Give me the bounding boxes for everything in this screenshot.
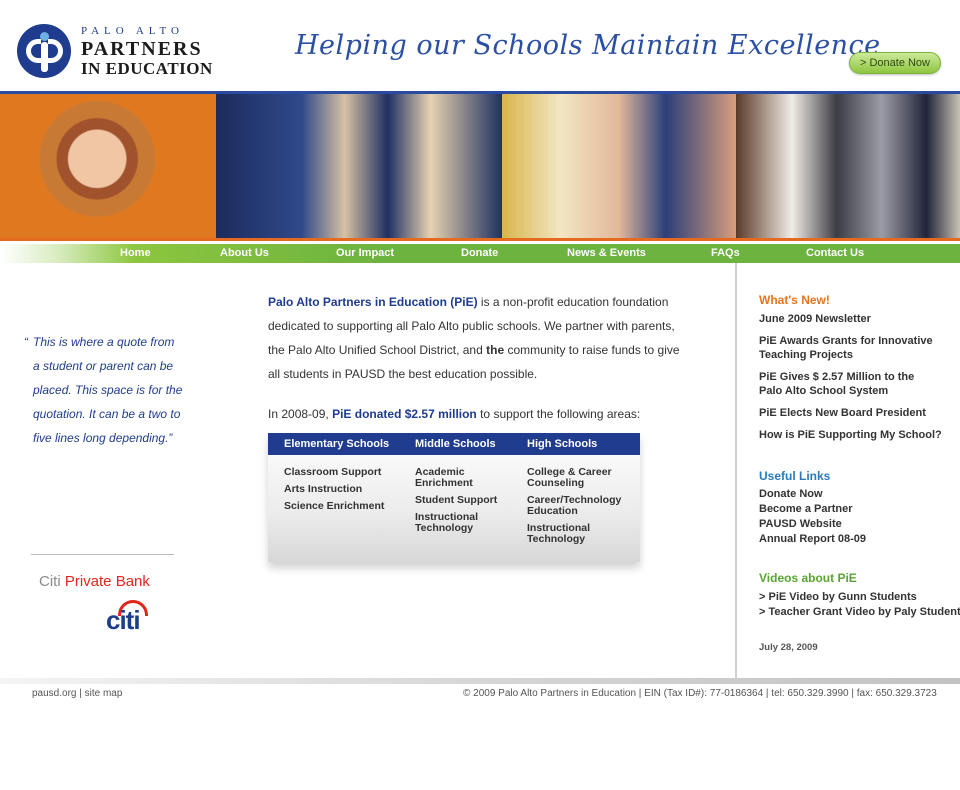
site-logo[interactable]: PALO ALTO PARTNERS IN EDUCATION — [17, 23, 227, 79]
tagline: Helping our Schools Maintain Excellence — [295, 30, 881, 61]
testimonial-quote: “ This is where a quote from a student o… — [24, 330, 184, 450]
site-header: PALO ALTO PARTNERS IN EDUCATION Helping … — [0, 0, 960, 92]
photo-banner — [0, 91, 960, 241]
list-item: Career/Technology Education — [527, 494, 622, 517]
donation-suffix: to support the following areas: — [476, 407, 641, 421]
donation-prefix: In 2008-09, — [268, 407, 333, 421]
left-divider — [31, 554, 174, 555]
list-item: College & Career Counseling — [527, 466, 612, 489]
videos-title: Videos about PiE — [759, 571, 857, 585]
col-title-high: High Schools — [527, 438, 598, 450]
photo-teacher-child — [502, 94, 736, 238]
footer-link-sitemap[interactable]: site map — [85, 688, 123, 699]
link-donate-now[interactable]: Donate Now — [759, 487, 823, 501]
col-title-middle: Middle Schools — [415, 438, 496, 450]
citi-logo[interactable]: citi — [106, 600, 152, 635]
donation-amount: PiE donated $2.57 million — [332, 407, 477, 421]
news-link-gives[interactable]: PiE Gives $ 2.57 Million to the Palo Alt… — [759, 370, 929, 398]
link-annual-report[interactable]: Annual Report 08-09 — [759, 532, 866, 546]
footer-separator: | — [76, 688, 85, 699]
footer-links: pausd.org | site map — [32, 688, 122, 699]
org-name: Palo Alto Partners in Education (PiE) — [268, 295, 478, 309]
logo-wordmark: PALO ALTO PARTNERS IN EDUCATION — [81, 24, 213, 78]
useful-links-title: Useful Links — [759, 469, 831, 483]
whats-new-title: What's New! — [759, 293, 830, 307]
nav-donate[interactable]: Donate — [461, 244, 498, 263]
news-link-grants[interactable]: PiE Awards Grants for Innovative Teachin… — [759, 334, 944, 362]
intro-bold-word: the — [486, 343, 505, 357]
sidebar-date: July 28, 2009 — [759, 642, 818, 653]
sponsor-brand: Citi — [39, 573, 61, 590]
nav-contact-us[interactable]: Contact Us — [806, 244, 864, 263]
link-become-partner[interactable]: Become a Partner — [759, 502, 853, 516]
footer-copyright: © 2009 Palo Alto Partners in Education |… — [463, 688, 937, 699]
nav-about-us[interactable]: About Us — [220, 244, 269, 263]
list-item: Student Support — [415, 494, 498, 506]
intro-paragraph: Palo Alto Partners in Education (PiE) is… — [268, 290, 688, 386]
sponsor-division: Private Bank — [64, 573, 150, 590]
footer-bar — [0, 678, 960, 684]
col-elementary: Classroom Support Arts Instruction Scien… — [284, 467, 396, 518]
quote-mark: “ — [24, 335, 28, 349]
photo-lab-students — [736, 94, 960, 238]
support-areas-table: Elementary Schools Middle Schools High S… — [268, 433, 640, 562]
footer-link-pausd[interactable]: pausd.org — [32, 688, 76, 699]
nav-our-impact[interactable]: Our Impact — [336, 244, 394, 263]
list-item: Science Enrichment — [284, 500, 385, 512]
nav-news-events[interactable]: News & Events — [567, 244, 646, 263]
main-nav: Home About Us Our Impact Donate News & E… — [0, 244, 960, 263]
col-high: College & Career Counseling Career/Techn… — [527, 467, 627, 551]
col-title-elementary: Elementary Schools — [284, 438, 390, 450]
citi-logo-word: citi — [106, 605, 141, 635]
nav-home[interactable]: Home — [120, 244, 151, 263]
quote-text: This is where a quote from a student or … — [33, 335, 183, 445]
news-link-supporting[interactable]: How is PiE Supporting My School? — [759, 428, 942, 442]
photo-band-students — [216, 94, 502, 238]
donation-summary: In 2008-09, PiE donated $2.57 million to… — [268, 402, 640, 426]
link-pausd-website[interactable]: PAUSD Website — [759, 517, 842, 531]
nav-faqs[interactable]: FAQs — [711, 244, 740, 263]
photo-student-boy — [0, 94, 216, 238]
logo-icon — [17, 24, 71, 78]
video-link-gunn[interactable]: > PiE Video by Gunn Students — [759, 590, 917, 604]
list-item: Academic Enrichment — [415, 466, 473, 489]
news-link-newsletter[interactable]: June 2009 Newsletter — [759, 312, 871, 326]
list-item: Instructional Technology — [415, 511, 479, 534]
sidebar-divider — [735, 263, 737, 678]
donate-now-button[interactable]: > Donate Now — [849, 52, 941, 74]
col-middle: Academic Enrichment Student Support Inst… — [415, 467, 511, 540]
logo-line-1: PALO ALTO — [81, 24, 184, 37]
logo-line-3: IN EDUCATION — [81, 58, 213, 78]
sponsor-name: Citi Private Bank — [39, 573, 150, 590]
support-areas-header: Elementary Schools Middle Schools High S… — [268, 433, 640, 455]
video-link-paly[interactable]: > Teacher Grant Video by Paly Students — [759, 605, 960, 619]
list-item: Instructional Technology — [527, 522, 591, 545]
list-item: Arts Instruction — [284, 483, 363, 495]
logo-line-2: PARTNERS — [81, 37, 203, 60]
list-item: Classroom Support — [284, 466, 382, 478]
news-link-board[interactable]: PiE Elects New Board President — [759, 406, 926, 420]
